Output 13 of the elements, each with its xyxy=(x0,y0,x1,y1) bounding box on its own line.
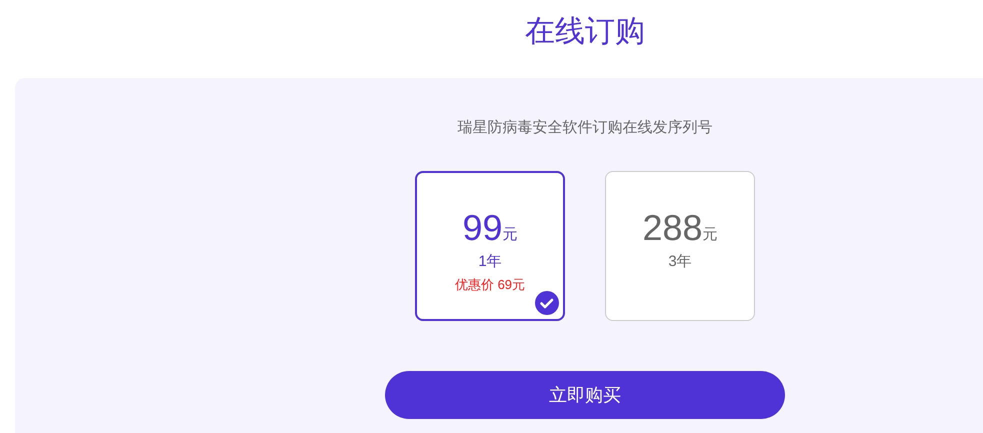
plan-term: 1年 xyxy=(478,252,502,272)
check-icon xyxy=(535,291,559,315)
buy-button[interactable]: 立即购买 xyxy=(385,371,785,419)
discount-price: 优惠价 69元 xyxy=(454,276,526,294)
subtitle: 瑞星防病毒安全软件订购在线发序列号 xyxy=(458,118,712,138)
price-unit: 元 xyxy=(502,225,518,245)
plan-card[interactable]: 99元 1年 优惠价 69元 xyxy=(415,171,565,321)
price: 99 xyxy=(462,208,503,248)
price: 288 xyxy=(642,208,703,248)
price-unit: 元 xyxy=(702,225,718,245)
page-title: 在线订购 xyxy=(525,14,645,50)
plan-term: 3年 xyxy=(668,252,692,272)
plan-card[interactable]: 288元 3年 xyxy=(605,171,755,321)
